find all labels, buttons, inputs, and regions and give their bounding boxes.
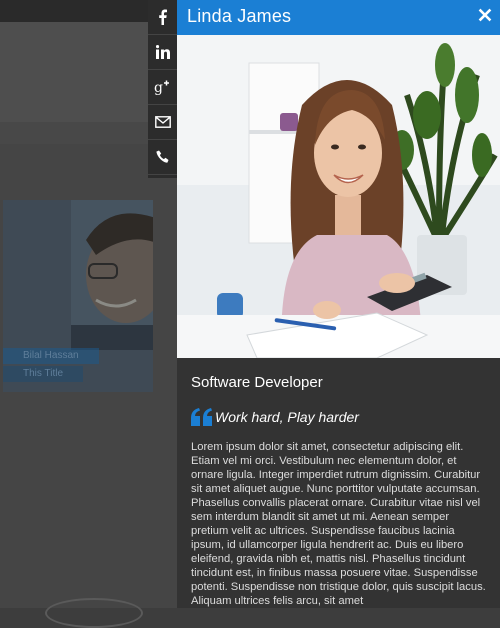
card-name: Bilal Hassan (23, 350, 79, 361)
google-plus-icon: g (154, 80, 169, 95)
facebook-icon (159, 9, 167, 25)
background-divider (0, 122, 148, 144)
linkedin-icon (155, 45, 170, 59)
quote-row: Work hard, Play harder (191, 408, 359, 426)
quote-text: Work hard, Play harder (215, 409, 359, 425)
svg-text:g: g (154, 80, 163, 95)
quote-icon (191, 408, 212, 426)
phone-button[interactable] (148, 140, 177, 175)
phone-icon (155, 150, 168, 163)
mail-button[interactable] (148, 105, 177, 140)
mail-icon (154, 116, 171, 128)
profile-photo (177, 35, 500, 358)
background-section (0, 22, 148, 122)
linkedin-button[interactable] (148, 35, 177, 70)
team-member-photo (71, 200, 153, 350)
google-plus-button[interactable]: g (148, 70, 177, 105)
profile-panel: Linda James Software Developer Work hard… (177, 0, 500, 608)
background-avatar-ring (45, 598, 143, 628)
facebook-button[interactable] (148, 0, 177, 35)
panel-header: Linda James (177, 0, 500, 35)
card-role: This Title (23, 368, 64, 379)
job-title: Software Developer (191, 374, 323, 391)
background-team-card[interactable]: Bilal Hassan This Title (3, 200, 153, 392)
bio-text: Lorem ipsum dolor sit amet, consectetur … (191, 441, 486, 607)
close-icon[interactable] (478, 8, 492, 22)
panel-title: Linda James (187, 6, 292, 26)
social-rail: g (148, 0, 177, 178)
